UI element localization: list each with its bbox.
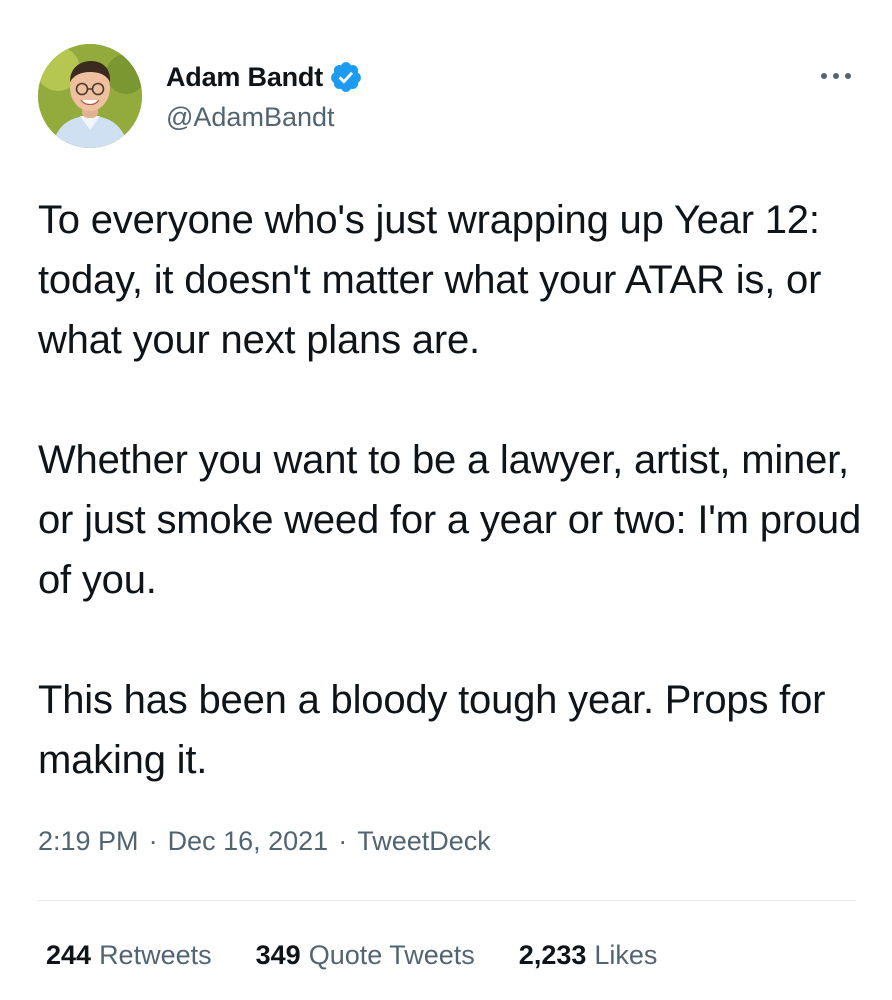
more-dot bbox=[821, 73, 827, 79]
tweet-paragraph: Whether you want to be a lawyer, artist,… bbox=[38, 438, 862, 602]
avatar-image bbox=[38, 44, 142, 148]
more-dot bbox=[833, 73, 839, 79]
retweets-stat[interactable]: 244 Retweets bbox=[46, 940, 212, 971]
tweet-date[interactable]: Dec 16, 2021 bbox=[168, 826, 329, 857]
tweet-paragraph: This has been a bloody tough year. Props… bbox=[38, 678, 826, 782]
tweet-time[interactable]: 2:19 PM bbox=[38, 826, 139, 857]
author-handle[interactable]: @AdamBandt bbox=[166, 102, 335, 133]
retweets-count: 244 bbox=[46, 940, 92, 970]
likes-label: Likes bbox=[594, 940, 658, 970]
quote-tweets-count: 349 bbox=[255, 940, 301, 970]
tweet-text: To everyone who's just wrapping up Year … bbox=[38, 190, 868, 790]
tweet-meta: 2:19 PM · Dec 16, 2021 · TweetDeck bbox=[38, 826, 491, 857]
meta-separator: · bbox=[338, 826, 348, 856]
tweet-source[interactable]: TweetDeck bbox=[357, 826, 491, 857]
tweet-paragraph: To everyone who's just wrapping up Year … bbox=[38, 198, 822, 362]
tweet-card: Adam Bandt @AdamBandt To everyone who's … bbox=[0, 0, 892, 1000]
author-name-row: Adam Bandt bbox=[166, 60, 363, 94]
tweet-stats: 244 Retweets 349 Quote Tweets 2,233 Like… bbox=[46, 940, 657, 971]
retweets-label: Retweets bbox=[99, 940, 212, 970]
tweet-header: Adam Bandt @AdamBandt bbox=[38, 44, 858, 154]
verified-badge-icon bbox=[331, 62, 361, 92]
author-display-name[interactable]: Adam Bandt bbox=[166, 62, 323, 93]
likes-count: 2,233 bbox=[518, 940, 587, 970]
meta-separator: · bbox=[148, 826, 158, 856]
more-dot bbox=[845, 73, 851, 79]
likes-stat[interactable]: 2,233 Likes bbox=[519, 940, 658, 971]
avatar[interactable] bbox=[38, 44, 142, 148]
divider bbox=[38, 900, 856, 901]
quote-tweets-stat[interactable]: 349 Quote Tweets bbox=[256, 940, 475, 971]
more-horizontal-icon[interactable] bbox=[816, 64, 856, 88]
quote-tweets-label: Quote Tweets bbox=[308, 940, 475, 970]
